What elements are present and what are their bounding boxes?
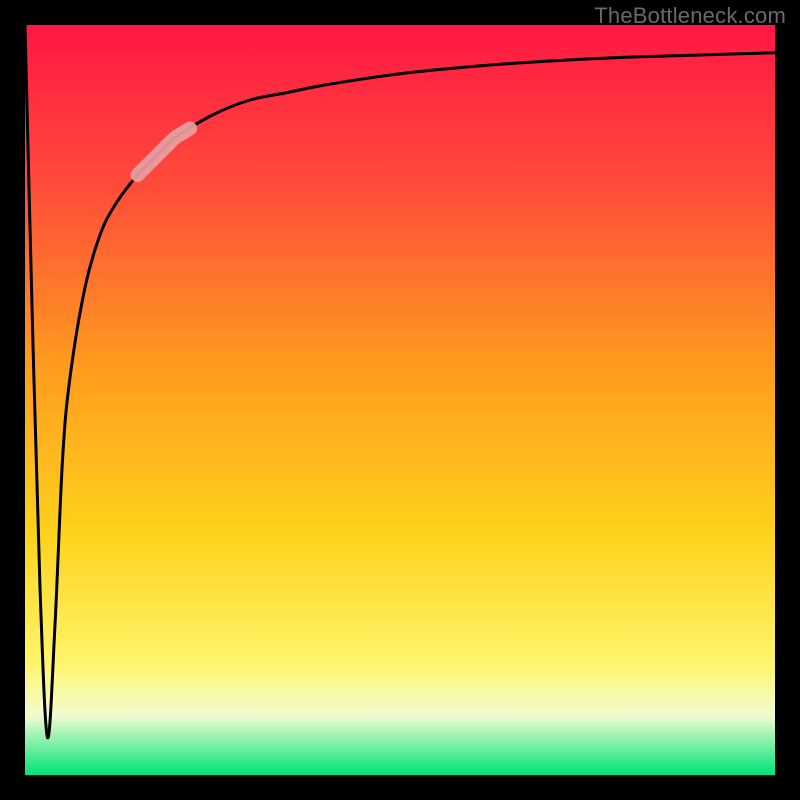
plot-area [25, 25, 775, 775]
chart-frame: TheBottleneck.com [0, 0, 800, 800]
bottleneck-curve [25, 25, 775, 775]
